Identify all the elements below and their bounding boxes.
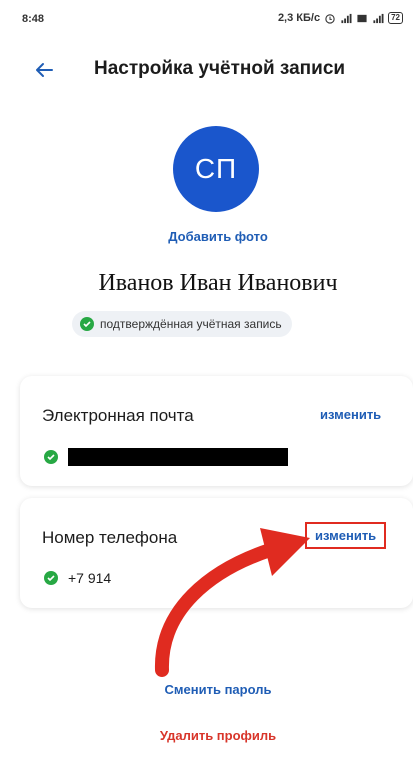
phone-number: +7 914 [68,570,112,586]
verified-badge: подтверждённая учётная запись [72,311,292,337]
edit-email-button[interactable]: изменить [320,407,381,422]
status-time: 8:48 [22,13,45,25]
verified-label: подтверждённая учётная запись [100,317,282,331]
header: Настройка учётной записи [0,52,413,88]
email-label: Электронная почта [42,406,194,425]
annotation-arrow-icon [154,528,310,677]
check-circle-icon [44,450,58,464]
email-card: Электронная почта изменить [20,376,413,486]
signal-icon-2 [373,13,384,23]
phone-value-row: +7 914 [44,570,111,586]
check-circle-icon [44,571,58,585]
status-bar: 8:48 2,3 КБ/с 72 [0,0,413,40]
battery-icon: 72 [388,12,403,24]
page-title: Настройка учётной записи [94,58,346,79]
check-circle-icon [80,317,94,331]
email-value-row [44,448,288,466]
sim-icon [357,14,367,22]
signal-icon [341,13,352,23]
add-photo-link[interactable]: Добавить фото [0,229,413,244]
back-arrow-icon[interactable] [30,56,58,84]
network-speed: 2,3 КБ/с [277,12,321,24]
change-password-link[interactable]: Сменить пароль [0,682,413,697]
redacted-email [68,448,288,466]
delete-profile-link[interactable]: Удалить профиль [0,728,413,743]
user-full-name: Иванов Иван Иванович [98,270,338,296]
alarm-icon [325,13,335,24]
status-indicators: 2,3 КБ/с 72 [278,12,403,24]
avatar[interactable]: СП [173,126,259,212]
